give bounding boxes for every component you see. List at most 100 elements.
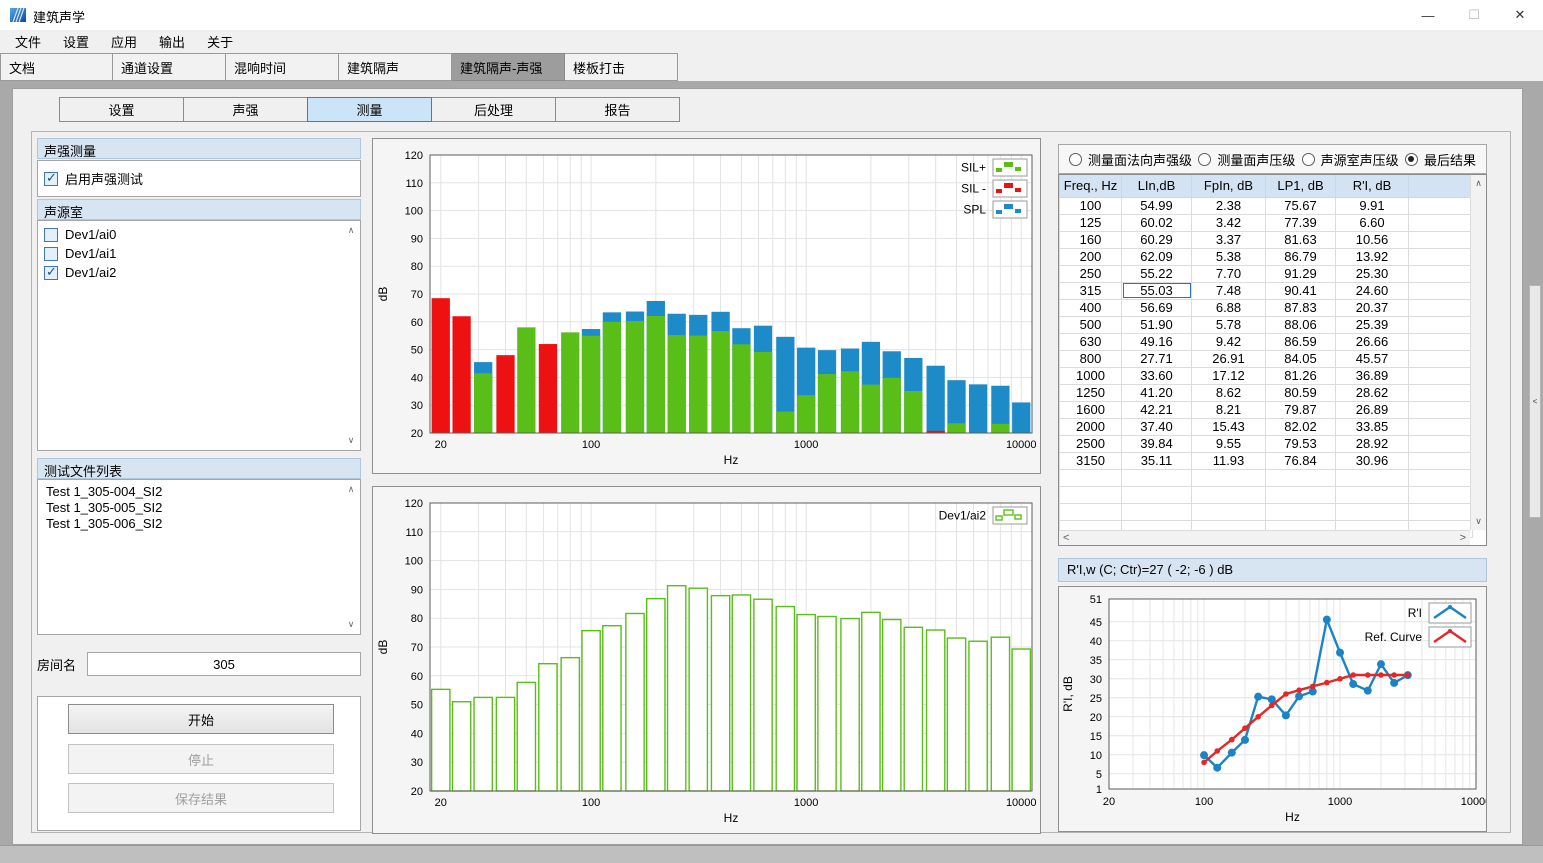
- table-cell[interactable]: 26.66: [1336, 333, 1409, 350]
- table-cell[interactable]: 13.92: [1336, 248, 1409, 265]
- table-cell[interactable]: 77.39: [1266, 214, 1336, 231]
- table-cell[interactable]: 9.55: [1192, 435, 1266, 452]
- table-cell[interactable]: 5.38: [1192, 248, 1266, 265]
- table-cell[interactable]: 6.60: [1336, 214, 1409, 231]
- table-cell[interactable]: [1192, 486, 1266, 503]
- table-cell[interactable]: [1409, 248, 1473, 265]
- radio-icon[interactable]: [1405, 153, 1418, 166]
- table-cell[interactable]: 87.83: [1266, 299, 1336, 316]
- scroll-up-icon[interactable]: ∧: [345, 225, 357, 236]
- table-cell[interactable]: [1409, 197, 1473, 214]
- table-cell[interactable]: 91.29: [1266, 265, 1336, 282]
- table-cell[interactable]: [1409, 486, 1473, 503]
- scroll-down-icon[interactable]: ∨: [1471, 516, 1486, 527]
- table-hscrollbar[interactable]: < >: [1059, 530, 1470, 545]
- table-cell[interactable]: 250: [1060, 265, 1122, 282]
- menu-item-0[interactable]: 文件: [4, 29, 52, 54]
- table-cell[interactable]: [1336, 503, 1409, 520]
- table-cell[interactable]: 630: [1060, 333, 1122, 350]
- main-tab-0[interactable]: 文档: [0, 53, 113, 81]
- table-cell[interactable]: 11.93: [1192, 452, 1266, 469]
- table-cell[interactable]: [1122, 486, 1192, 503]
- table-cell[interactable]: 1000: [1060, 367, 1122, 384]
- table-cell[interactable]: 9.42: [1192, 333, 1266, 350]
- checkbox-icon[interactable]: [44, 172, 58, 186]
- main-tab-4[interactable]: 建筑隔声-声强: [452, 53, 565, 81]
- table-cell[interactable]: 54.99: [1122, 197, 1192, 214]
- table-cell[interactable]: 80.59: [1266, 384, 1336, 401]
- table-cell[interactable]: 84.05: [1266, 350, 1336, 367]
- table-cell[interactable]: 10.56: [1336, 231, 1409, 248]
- table-cell[interactable]: [1409, 452, 1473, 469]
- table-cell[interactable]: 25.30: [1336, 265, 1409, 282]
- table-cell[interactable]: [1409, 384, 1473, 401]
- table-cell[interactable]: [1409, 350, 1473, 367]
- scroll-down-icon[interactable]: ∨: [345, 619, 357, 630]
- sub-tab-1[interactable]: 声强: [183, 97, 308, 122]
- table-cell[interactable]: 8.21: [1192, 401, 1266, 418]
- menu-item-3[interactable]: 输出: [148, 29, 196, 54]
- table-cell[interactable]: 60.29: [1122, 231, 1192, 248]
- table-cell[interactable]: 7.48: [1192, 282, 1266, 299]
- table-cell[interactable]: [1266, 469, 1336, 486]
- table-cell[interactable]: 90.41: [1266, 282, 1336, 299]
- scroll-up-icon[interactable]: ∧: [1471, 178, 1486, 189]
- save-results-button[interactable]: 保存结果: [68, 783, 334, 813]
- table-cell[interactable]: [1409, 333, 1473, 350]
- table-cell[interactable]: 45.57: [1336, 350, 1409, 367]
- sub-tab-0[interactable]: 设置: [59, 97, 184, 122]
- table-cell[interactable]: 125: [1060, 214, 1122, 231]
- scroll-right-icon[interactable]: >: [1460, 531, 1466, 545]
- sub-tab-4[interactable]: 报告: [555, 97, 680, 122]
- table-cell[interactable]: 55.03: [1122, 282, 1192, 299]
- table-cell[interactable]: [1060, 469, 1122, 486]
- source-room-item-0[interactable]: Dev1/ai0: [38, 225, 360, 244]
- table-cell[interactable]: [1122, 469, 1192, 486]
- table-cell[interactable]: 51.90: [1122, 316, 1192, 333]
- main-tab-2[interactable]: 混响时间: [226, 53, 339, 81]
- radio-option-3[interactable]: 最后结果: [1405, 150, 1476, 169]
- table-cell[interactable]: 56.69: [1122, 299, 1192, 316]
- table-cell[interactable]: [1266, 486, 1336, 503]
- table-cell[interactable]: 76.84: [1266, 452, 1336, 469]
- collapse-panel-handle[interactable]: <: [1529, 285, 1541, 518]
- table-cell[interactable]: [1409, 282, 1473, 299]
- table-cell[interactable]: [1409, 401, 1473, 418]
- table-cell[interactable]: 42.21: [1122, 401, 1192, 418]
- scroll-down-icon[interactable]: ∨: [345, 435, 357, 446]
- table-cell[interactable]: [1336, 486, 1409, 503]
- table-cell[interactable]: 17.12: [1192, 367, 1266, 384]
- table-cell[interactable]: 2.38: [1192, 197, 1266, 214]
- table-cell[interactable]: 33.60: [1122, 367, 1192, 384]
- table-cell[interactable]: 20.37: [1336, 299, 1409, 316]
- radio-icon[interactable]: [1302, 153, 1315, 166]
- sub-tab-2[interactable]: 测量: [307, 97, 432, 122]
- table-cell[interactable]: 3150: [1060, 452, 1122, 469]
- table-cell[interactable]: 41.20: [1122, 384, 1192, 401]
- table-cell[interactable]: 315: [1060, 282, 1122, 299]
- table-cell[interactable]: [1409, 265, 1473, 282]
- table-cell[interactable]: 7.70: [1192, 265, 1266, 282]
- radio-icon[interactable]: [1198, 153, 1211, 166]
- enable-intensity-row[interactable]: 启用声强测试: [38, 161, 360, 196]
- table-cell[interactable]: 30.96: [1336, 452, 1409, 469]
- table-cell[interactable]: 1600: [1060, 401, 1122, 418]
- menu-item-4[interactable]: 关于: [196, 29, 244, 54]
- table-vscrollbar[interactable]: ∧ ∨: [1470, 175, 1486, 530]
- table-cell[interactable]: 49.16: [1122, 333, 1192, 350]
- table-cell[interactable]: [1336, 469, 1409, 486]
- checkbox-icon[interactable]: [44, 266, 58, 280]
- maximize-button[interactable]: ☐: [1451, 0, 1497, 30]
- table-cell[interactable]: 15.43: [1192, 418, 1266, 435]
- table-cell[interactable]: 100: [1060, 197, 1122, 214]
- menu-item-1[interactable]: 设置: [52, 29, 100, 54]
- start-button[interactable]: 开始: [68, 704, 334, 734]
- checkbox-icon[interactable]: [44, 247, 58, 261]
- table-cell[interactable]: 60.02: [1122, 214, 1192, 231]
- table-cell[interactable]: [1060, 486, 1122, 503]
- room-name-input[interactable]: [87, 652, 361, 676]
- table-cell[interactable]: 82.02: [1266, 418, 1336, 435]
- table-cell[interactable]: 200: [1060, 248, 1122, 265]
- table-cell[interactable]: [1409, 316, 1473, 333]
- source-room-item-1[interactable]: Dev1/ai1: [38, 244, 360, 263]
